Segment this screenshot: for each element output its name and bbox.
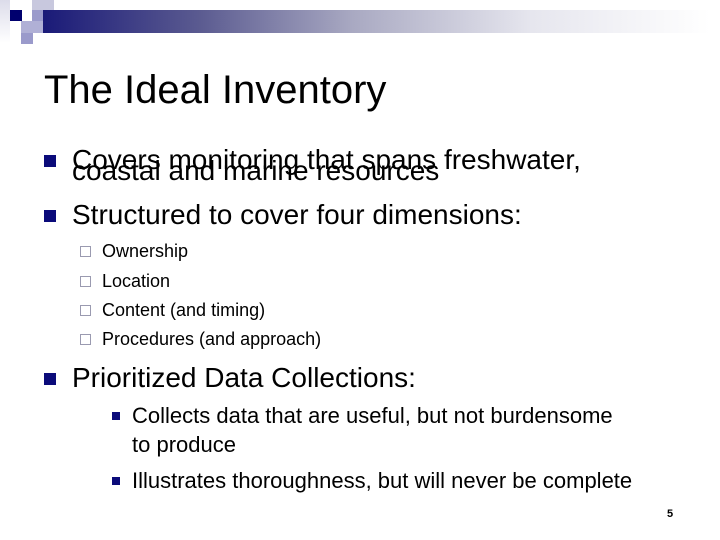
sub-bullet-text: Illustrates thoroughness, but will never… xyxy=(132,468,633,493)
checkbox-bullet-icon xyxy=(80,305,91,316)
slide-title: The Ideal Inventory xyxy=(44,68,387,112)
square-bullet-icon xyxy=(44,210,56,222)
sub-bullet-text: Collects data that are useful, but not b… xyxy=(132,403,613,428)
bullet-text: Structured to cover four dimensions: xyxy=(72,199,522,230)
checkbox-bullet-icon xyxy=(80,276,91,287)
header-gradient-bar xyxy=(43,10,353,33)
checkbox-bullet-icon xyxy=(80,334,91,345)
bullet-text: Prioritized Data Collections: xyxy=(72,362,416,393)
deco-square xyxy=(0,0,10,43)
square-bullet-icon xyxy=(112,477,120,485)
dimension-text: Location xyxy=(102,271,171,291)
deco-square xyxy=(21,33,33,44)
dimension-text: Ownership xyxy=(102,241,189,261)
dimension-text: Procedures (and approach) xyxy=(102,329,322,349)
deco-square xyxy=(32,0,54,10)
checkbox-bullet-icon xyxy=(80,246,91,257)
square-bullet-icon xyxy=(44,373,56,385)
bullet-text: coastal and marine resources xyxy=(72,155,440,186)
dimension-text: Content (and timing) xyxy=(102,300,266,320)
sub-bullet-text: to produce xyxy=(132,432,236,457)
deco-square xyxy=(10,10,22,21)
deco-square xyxy=(21,21,43,33)
header-gradient-bar-fade xyxy=(353,10,710,33)
square-bullet-icon xyxy=(112,412,120,420)
page-number: 5 xyxy=(667,508,674,520)
square-bullet-icon xyxy=(44,155,56,167)
